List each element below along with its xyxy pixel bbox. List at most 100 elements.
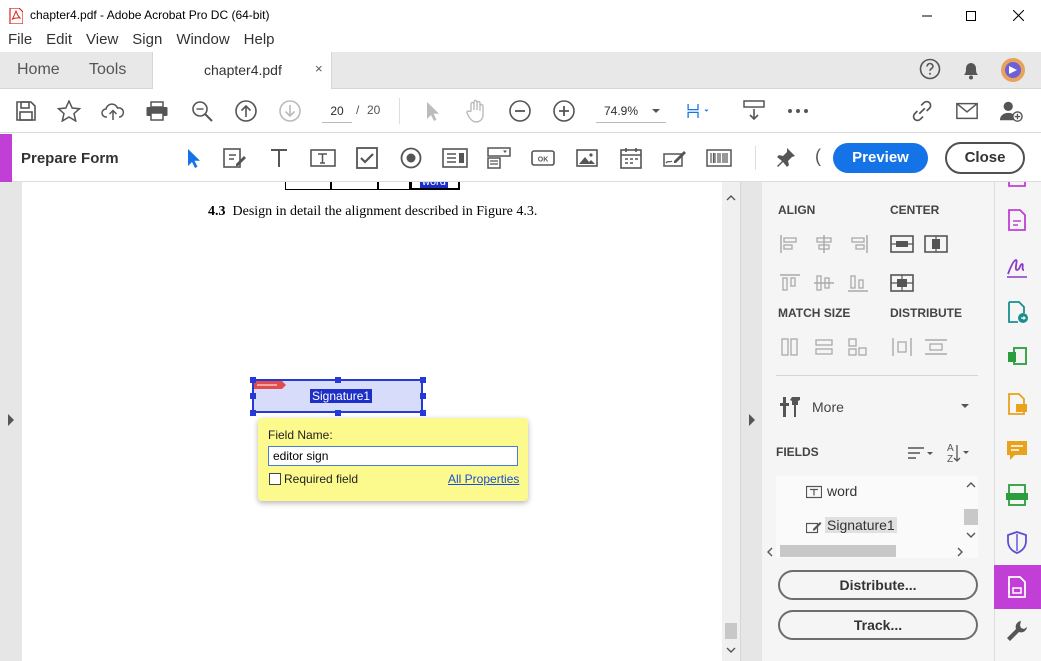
fields-hscrollbar[interactable] [766, 544, 978, 558]
prepare-form-rail-item[interactable] [994, 565, 1041, 609]
resize-handle[interactable] [335, 377, 341, 383]
distribute-vertically-icon[interactable] [924, 337, 947, 357]
user-avatar[interactable] [1000, 57, 1026, 83]
sort-alphabetical-icon[interactable]: AZ [944, 441, 972, 465]
align-vertical-center-icon[interactable] [813, 273, 835, 293]
menu-sign[interactable]: Sign [132, 31, 162, 52]
right-panel-toggle[interactable] [740, 182, 762, 661]
protect-shield-icon[interactable] [1005, 530, 1029, 554]
align-bottom-icon[interactable] [847, 273, 869, 293]
scroll-thumb[interactable] [725, 623, 737, 639]
resize-handle[interactable] [250, 410, 256, 416]
field-name-input[interactable]: editor sign [268, 446, 518, 466]
align-left-icon[interactable] [779, 234, 801, 254]
align-right-icon[interactable] [847, 234, 869, 254]
resize-handle[interactable] [420, 410, 426, 416]
zoom-out-icon[interactable] [508, 100, 532, 122]
scroll-up-icon[interactable] [966, 481, 976, 489]
tab-document[interactable]: chapter4.pdf × [152, 52, 332, 90]
close-window-button[interactable] [995, 0, 1041, 31]
list-box-icon[interactable] [442, 146, 468, 170]
dropdown-field-icon[interactable] [486, 146, 512, 170]
create-pdf-icon[interactable] [1005, 208, 1029, 232]
menu-edit[interactable]: Edit [46, 31, 72, 52]
comment-doc-icon[interactable] [1005, 392, 1029, 416]
organize-pages-icon[interactable] [1005, 345, 1029, 369]
fill-sign-icon[interactable] [1005, 255, 1029, 279]
more-tools-dropdown[interactable]: More [776, 394, 976, 420]
scroll-thumb[interactable] [780, 545, 896, 557]
align-horizontal-center-icon[interactable] [813, 234, 835, 254]
notification-bell-icon[interactable] [961, 59, 981, 81]
center-vertically-icon[interactable] [924, 234, 948, 254]
required-field-checkbox[interactable] [269, 473, 281, 485]
date-field-icon[interactable] [618, 146, 644, 170]
previous-page-icon[interactable] [234, 100, 258, 122]
match-height-icon[interactable] [813, 337, 835, 357]
scroll-left-icon[interactable] [766, 547, 774, 557]
distribute-horizontally-icon[interactable] [890, 337, 912, 357]
cloud-upload-icon[interactable] [101, 100, 125, 122]
menu-help[interactable]: Help [244, 31, 275, 52]
menu-window[interactable]: Window [176, 31, 229, 52]
image-field-icon[interactable] [574, 146, 600, 170]
menu-view[interactable]: View [86, 31, 118, 52]
resize-handle[interactable] [250, 393, 256, 399]
text-field-icon[interactable] [310, 146, 336, 170]
bookmark-star-icon[interactable] [57, 100, 81, 122]
scroll-down-icon[interactable] [966, 531, 976, 539]
maximize-button[interactable] [948, 0, 994, 31]
resize-handle[interactable] [335, 410, 341, 416]
add-text-icon[interactable] [266, 146, 292, 170]
center-horizontally-icon[interactable] [890, 234, 914, 254]
resize-handle[interactable] [250, 377, 256, 383]
match-width-icon[interactable] [779, 337, 801, 357]
menu-file[interactable]: File [8, 31, 32, 52]
share-link-icon[interactable] [911, 100, 935, 122]
close-tab-icon[interactable]: × [315, 61, 323, 76]
match-both-icon[interactable] [847, 337, 869, 357]
zoom-in-icon[interactable] [552, 100, 576, 122]
save-icon[interactable] [14, 100, 38, 122]
scroll-up-icon[interactable] [726, 194, 736, 202]
more-tools-icon[interactable] [786, 100, 810, 122]
comment-icon[interactable] [1005, 438, 1029, 462]
add-user-icon[interactable] [999, 100, 1023, 122]
edit-form-icon[interactable] [222, 146, 248, 170]
expand-left-icon[interactable] [7, 414, 15, 426]
collapse-right-icon[interactable] [748, 414, 756, 426]
help-icon[interactable] [919, 58, 941, 80]
resize-handle[interactable] [420, 393, 426, 399]
scroll-mode-icon[interactable] [742, 100, 766, 122]
signature-field-tool-icon[interactable] [662, 146, 688, 170]
preview-button[interactable]: Preview [833, 143, 928, 173]
hand-tool-icon[interactable] [464, 99, 488, 123]
checkbox-tool-icon[interactable] [354, 146, 380, 170]
select-object-icon[interactable] [180, 146, 206, 170]
export-pdf-icon[interactable] [1005, 300, 1029, 324]
more-tools-wrench-icon[interactable] [1005, 619, 1029, 643]
align-top-icon[interactable] [779, 273, 801, 293]
email-icon[interactable] [955, 100, 979, 122]
page-number-input[interactable]: 20 [322, 99, 352, 123]
track-button[interactable]: Track... [778, 610, 978, 640]
distribute-button[interactable]: Distribute... [778, 570, 978, 600]
all-properties-link[interactable]: All Properties [448, 472, 519, 486]
center-both-icon[interactable] [890, 273, 914, 293]
scan-ocr-icon[interactable] [1005, 483, 1029, 507]
field-item-signature1[interactable]: Signature1 [806, 516, 976, 540]
resize-handle[interactable] [420, 377, 426, 383]
close-form-button[interactable]: Close [945, 142, 1025, 174]
tab-tools[interactable]: Tools [89, 52, 126, 89]
button-field-icon[interactable]: OK [530, 146, 556, 170]
scroll-right-icon[interactable] [956, 547, 964, 557]
select-arrow-icon[interactable] [420, 100, 444, 122]
zoom-level-select[interactable]: 74.9% [596, 99, 666, 123]
signature-field-on-page[interactable]: Signature1 [252, 379, 423, 413]
next-page-icon[interactable] [278, 100, 302, 122]
radio-button-icon[interactable] [398, 146, 424, 170]
sort-list-icon[interactable] [906, 444, 934, 462]
page-display-icon[interactable] [686, 100, 710, 122]
scroll-down-icon[interactable] [726, 646, 736, 654]
fields-scrollbar[interactable] [964, 476, 978, 544]
